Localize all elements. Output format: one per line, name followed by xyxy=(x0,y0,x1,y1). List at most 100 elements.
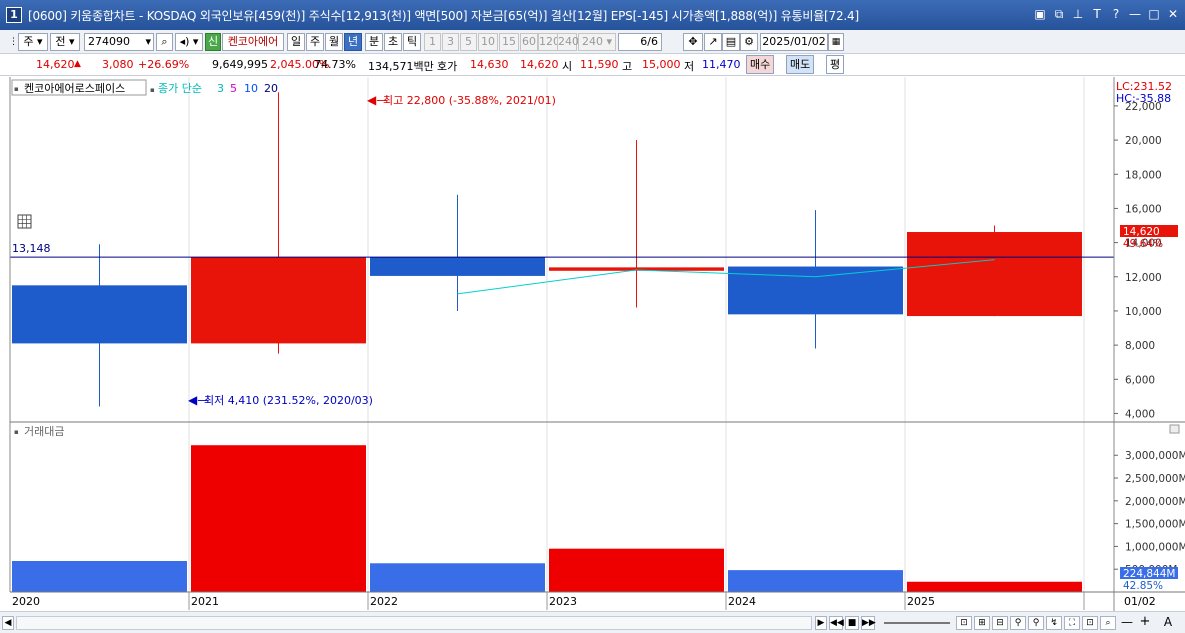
x-label-2022: 2022 xyxy=(370,595,398,608)
period-day-button[interactable]: 일 xyxy=(287,33,305,51)
period-second-button[interactable]: 초 xyxy=(384,33,402,51)
tool-c-icon[interactable]: ↯ xyxy=(1046,616,1062,630)
current-pct-axis-label: 49.64% xyxy=(1123,238,1163,250)
scroll-left-icon[interactable]: ◀ xyxy=(2,616,14,630)
price-y-tick-label: 18,000 xyxy=(1125,169,1162,181)
prev-button[interactable]: 전 ▾ xyxy=(50,33,80,51)
zoom-box-icon[interactable]: ⊡ xyxy=(956,616,972,630)
evaluate-button[interactable]: 평 xyxy=(826,55,845,74)
volume-bar xyxy=(728,570,903,592)
period-type-select[interactable]: 주 ▾ xyxy=(18,33,48,51)
volume-grip-icon: ▪ xyxy=(14,428,19,436)
x-label-2023: 2023 xyxy=(549,595,577,608)
gear-icon[interactable]: ⚙ xyxy=(740,33,758,51)
x-label-2024: 2024 xyxy=(728,595,756,608)
interval-60-button[interactable]: 60 xyxy=(520,33,538,51)
search-icon[interactable]: ⌕ xyxy=(156,33,173,51)
zoom-window-icon[interactable]: ⊞ xyxy=(974,616,990,630)
volume-current-label: 224,844M xyxy=(1123,568,1175,580)
zoom-out-icon[interactable]: — xyxy=(1120,616,1134,630)
interval-120-button[interactable]: 120 xyxy=(538,33,560,51)
interval-select[interactable]: 240 ▾ xyxy=(578,33,616,51)
help-icon[interactable]: ? xyxy=(1110,7,1122,22)
ask-price-2: 14,620 xyxy=(520,58,559,71)
date-input[interactable]: 2025/01/02 xyxy=(760,33,828,51)
zoom-slider[interactable] xyxy=(884,622,950,624)
price-y-tick-label: 4,000 xyxy=(1125,408,1155,420)
period-week-button[interactable]: 주 xyxy=(306,33,324,51)
interval-10-button[interactable]: 10 xyxy=(478,33,498,51)
draw-tool-icon[interactable]: ↗ xyxy=(704,33,722,51)
chart-toolbar: ⋮ 주 ▾ 전 ▾ 274090 ▾ ⌕ ◂) ▾ 신 켄코아에어 일 주 월 년… xyxy=(0,30,1185,54)
scroll-right-icon[interactable]: ▶ xyxy=(815,616,827,630)
price-change: 3,080 xyxy=(102,58,134,71)
tool-a-icon[interactable]: ⚲ xyxy=(1010,616,1026,630)
panel-collapse-icon[interactable] xyxy=(1169,424,1180,434)
stop-icon[interactable]: ■ xyxy=(845,616,859,630)
horizontal-scrollbar[interactable]: ◀ ▶ ◀◀ ■ ▶▶ ⊡ ⊞ ⊟ ⚲ ⚲ ↯ ⛶ ⊡ ⌕ — + A xyxy=(0,611,1185,633)
tool-d-icon[interactable]: ⛶ xyxy=(1064,616,1080,630)
stock-code-input[interactable]: 274090 ▾ xyxy=(84,33,154,51)
period-tick-button[interactable]: 틱 xyxy=(403,33,421,51)
trade-amount: 134,571백만 xyxy=(368,60,434,73)
ma-3-label[interactable]: 3 xyxy=(217,82,224,95)
fast-forward-icon[interactable]: ▶▶ xyxy=(861,616,876,630)
ma-20-label[interactable]: 20 xyxy=(264,82,278,95)
ma-10-label[interactable]: 10 xyxy=(244,82,258,95)
price-y-tick-label: 8,000 xyxy=(1125,340,1155,352)
interval-15-button[interactable]: 15 xyxy=(499,33,519,51)
x-label-2020: 2020 xyxy=(12,595,40,608)
new-badge[interactable]: 신 xyxy=(205,33,221,51)
scroll-track[interactable] xyxy=(16,616,812,630)
zoom-in-icon[interactable]: + xyxy=(1138,615,1152,630)
crosshair-icon[interactable]: ✥ xyxy=(683,33,703,51)
layout-icon[interactable]: ▣ xyxy=(1034,7,1046,22)
interval-5-button[interactable]: 5 xyxy=(460,33,477,51)
ask-label: 호가 xyxy=(437,60,458,73)
magnifier-icon[interactable]: ⌕ xyxy=(1100,616,1116,630)
period-month-button[interactable]: 월 xyxy=(325,33,343,51)
maximize-icon[interactable]: □ xyxy=(1148,7,1160,22)
volume-label[interactable]: 거래대금 xyxy=(24,425,64,438)
volume-bar xyxy=(907,581,1082,592)
ma-5-label[interactable]: 5 xyxy=(230,82,237,95)
volume-y-tick-label: 1,500,000M xyxy=(1125,519,1185,531)
calendar-icon[interactable]: ▦ xyxy=(828,33,844,51)
high-price: 15,000 xyxy=(642,58,681,71)
sell-button[interactable]: 매도 xyxy=(786,55,815,74)
price-volume-chart[interactable]: 22,00020,00018,00016,00014,00012,00010,0… xyxy=(0,77,1185,612)
grid-icon[interactable] xyxy=(17,214,32,229)
pin-icon[interactable]: ⊥ xyxy=(1072,7,1084,22)
tool-e-icon[interactable]: ⊡ xyxy=(1082,616,1098,630)
interval-3-button[interactable]: 3 xyxy=(442,33,459,51)
interval-1-button[interactable]: 1 xyxy=(424,33,441,51)
candle-body xyxy=(12,285,187,344)
ma-title[interactable]: 종가 단순 xyxy=(158,82,202,95)
ask-price-1: 14,630 xyxy=(470,58,509,71)
period-year-button[interactable]: 년 xyxy=(344,33,362,51)
font-icon[interactable]: T xyxy=(1091,7,1103,22)
period-minute-button[interactable]: 분 xyxy=(365,33,383,51)
save-icon[interactable]: ▤ xyxy=(722,33,740,51)
low-label: 저 xyxy=(684,60,695,73)
speaker-icon[interactable]: ◂) ▾ xyxy=(175,33,203,51)
stock-label[interactable]: 켄코아에어로스페이스 xyxy=(24,82,125,95)
text-tool-icon[interactable]: A xyxy=(1160,616,1176,630)
price-y-tick-label: 6,000 xyxy=(1125,374,1155,386)
current-price-axis-label: 14,620 xyxy=(1123,226,1160,238)
interval-240-button[interactable]: 240 xyxy=(557,33,579,51)
copy-window-icon[interactable]: ⧉ xyxy=(1053,7,1065,22)
close-icon[interactable]: ✕ xyxy=(1167,7,1179,22)
tool-b-icon[interactable]: ⚲ xyxy=(1028,616,1044,630)
chevron-down-icon[interactable]: ▾ xyxy=(145,34,151,50)
chart-area[interactable]: 22,000 20,000 18,000 16,000 14,000 12,000 10,0… xyxy=(0,77,1185,612)
minimize-icon[interactable]: — xyxy=(1129,7,1141,22)
current-price: 14,620 xyxy=(36,58,75,71)
rewind-icon[interactable]: ◀◀ xyxy=(829,616,844,630)
window-number-badge[interactable]: 1 xyxy=(6,7,22,23)
buy-button[interactable]: 매수 xyxy=(746,55,775,74)
stock-name-display[interactable]: 켄코아에어 xyxy=(222,33,284,51)
volume-bar xyxy=(549,548,724,592)
zoom-fit-icon[interactable]: ⊟ xyxy=(992,616,1008,630)
count-input[interactable]: 6/6 xyxy=(618,33,662,51)
